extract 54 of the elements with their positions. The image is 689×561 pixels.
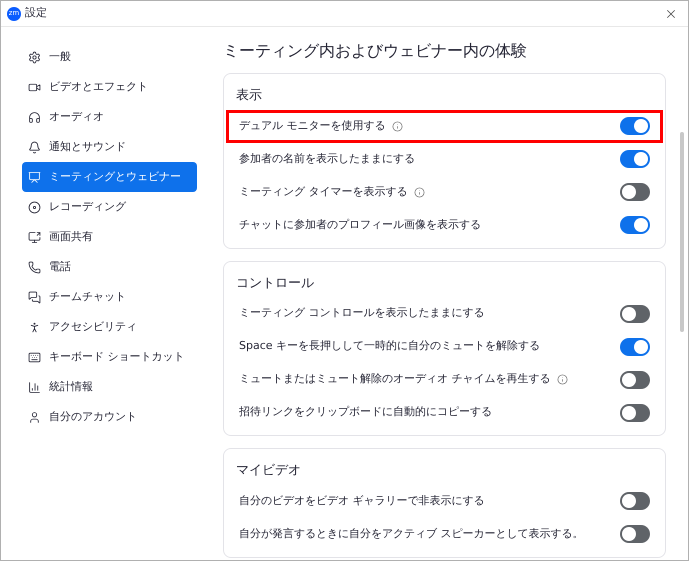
scrollbar-thumb[interactable]: [680, 132, 684, 332]
sidebar-item[interactable]: 自分のアカウント: [22, 402, 197, 432]
setting-label: 参加者の名前を表示したままにする: [239, 150, 415, 167]
section-title: 表示: [236, 87, 263, 105]
toggle-switch[interactable]: [620, 338, 650, 356]
sidebar-item[interactable]: 電話: [22, 252, 197, 282]
bar-chart-icon: [28, 380, 41, 394]
bell-icon: [28, 140, 41, 154]
sidebar-item[interactable]: チームチャット: [22, 282, 197, 312]
user-icon: [28, 410, 41, 424]
setting-label: ミーティング タイマーを表示する: [239, 184, 408, 200]
keyboard-icon: [28, 350, 41, 364]
page-title: ミーティング内およびウェビナー内の体験: [223, 40, 528, 62]
toggle-switch[interactable]: [620, 492, 650, 510]
toggle-switch[interactable]: [620, 117, 650, 135]
section-title: マイビデオ: [236, 462, 302, 480]
sidebar-item[interactable]: オーディオ: [22, 102, 197, 132]
setting-label: 招待リンクをクリップボードに自動的にコピーする: [239, 404, 492, 420]
setting-label: 自分のビデオをビデオ ギャラリーで非表示にする: [239, 492, 484, 509]
toggle-switch[interactable]: [620, 404, 650, 422]
setting-label: デュアル モニターを使用する: [239, 118, 386, 134]
sidebar-item[interactable]: 一般: [22, 42, 197, 72]
toggle-switch[interactable]: [620, 183, 650, 201]
sidebar-item[interactable]: 通知とサウンド: [22, 132, 197, 162]
sidebar-item[interactable]: 画面共有: [22, 222, 197, 252]
toggle-switch[interactable]: [620, 150, 650, 168]
info-icon[interactable]: [414, 186, 424, 198]
sidebar-item[interactable]: 統計情報: [22, 372, 197, 402]
chat-bubbles-icon: [28, 290, 41, 304]
toggle-switch[interactable]: [620, 304, 650, 322]
toggle-switch[interactable]: [620, 525, 650, 543]
setting-label: Space キーを長押しして一時的に自分のミュートを解除する: [239, 338, 540, 354]
window-title: 設定: [25, 5, 47, 22]
headphones-icon: [28, 110, 41, 124]
section-title: コントロール: [236, 274, 315, 292]
setting-label: 自分が発言するときに自分をアクティブ スピーカーとして表示する。: [239, 526, 584, 542]
sidebar-item[interactable]: アクセシビリティ: [22, 312, 197, 342]
sidebar-item[interactable]: キーボード ショートカット: [22, 342, 197, 372]
info-icon[interactable]: [556, 374, 568, 385]
setting-label: ミーティング コントロールを表示したままにする: [239, 305, 484, 322]
record-icon: [28, 200, 41, 214]
toggle-switch[interactable]: [620, 370, 650, 388]
sidebar-item[interactable]: ビデオとエフェクト: [22, 72, 197, 102]
toggle-switch[interactable]: [620, 216, 650, 234]
setting-label: チャットに参加者のプロフィール画像を表示する: [239, 216, 481, 233]
presentation-screen-icon: [28, 170, 41, 184]
phone-icon: [28, 260, 41, 274]
share-screen-icon: [28, 230, 41, 244]
info-icon[interactable]: [392, 120, 402, 132]
person-icon: [28, 320, 41, 334]
sidebar-item[interactable]: レコーディング: [22, 192, 197, 222]
setting-label: ミュートまたはミュート解除のオーディオ チャイムを再生する: [239, 371, 550, 388]
gear-icon: [28, 50, 41, 64]
sidebar-item[interactable]: ミーティングとウェビナー: [22, 162, 197, 192]
